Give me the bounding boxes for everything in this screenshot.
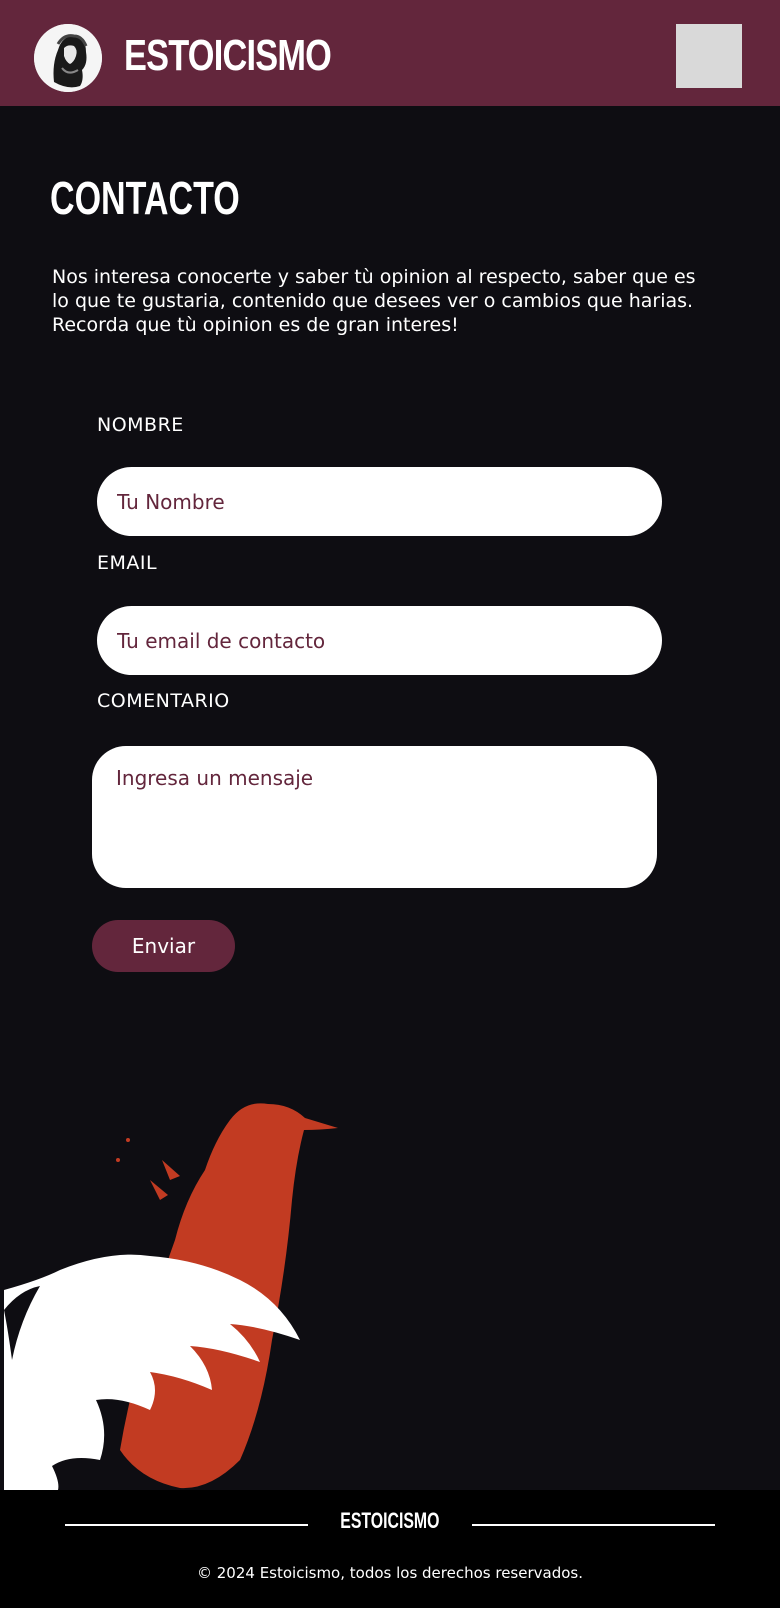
email-input[interactable]: [97, 606, 662, 675]
submit-button[interactable]: Enviar: [92, 920, 235, 972]
site-brand[interactable]: ESTOICISMO: [124, 28, 332, 84]
footer-divider-right: [472, 1524, 715, 1526]
site-footer: ESTOICISMO © 2024 Estoicismo, todos los …: [0, 1490, 780, 1608]
crow-feather-illustration: [0, 1090, 780, 1490]
footer-brand-text: ESTOICISMO: [340, 1508, 440, 1533]
footer-copyright: © 2024 Estoicismo, todos los derechos re…: [196, 1564, 583, 1582]
name-label: NOMBRE: [97, 414, 184, 436]
footer-brand: ESTOICISMO: [0, 1508, 780, 1534]
stoic-bust-icon[interactable]: [34, 24, 102, 92]
page-title: CONTACTO: [50, 172, 240, 224]
comment-textarea[interactable]: [92, 746, 657, 888]
comment-label: COMENTARIO: [97, 690, 230, 712]
email-label: EMAIL: [97, 552, 158, 574]
intro-text: Nos interesa conocerte y saber tù opinio…: [52, 266, 696, 336]
menu-button[interactable]: [676, 24, 742, 88]
name-input[interactable]: [97, 467, 662, 536]
site-header: ESTOICISMO: [0, 0, 780, 106]
